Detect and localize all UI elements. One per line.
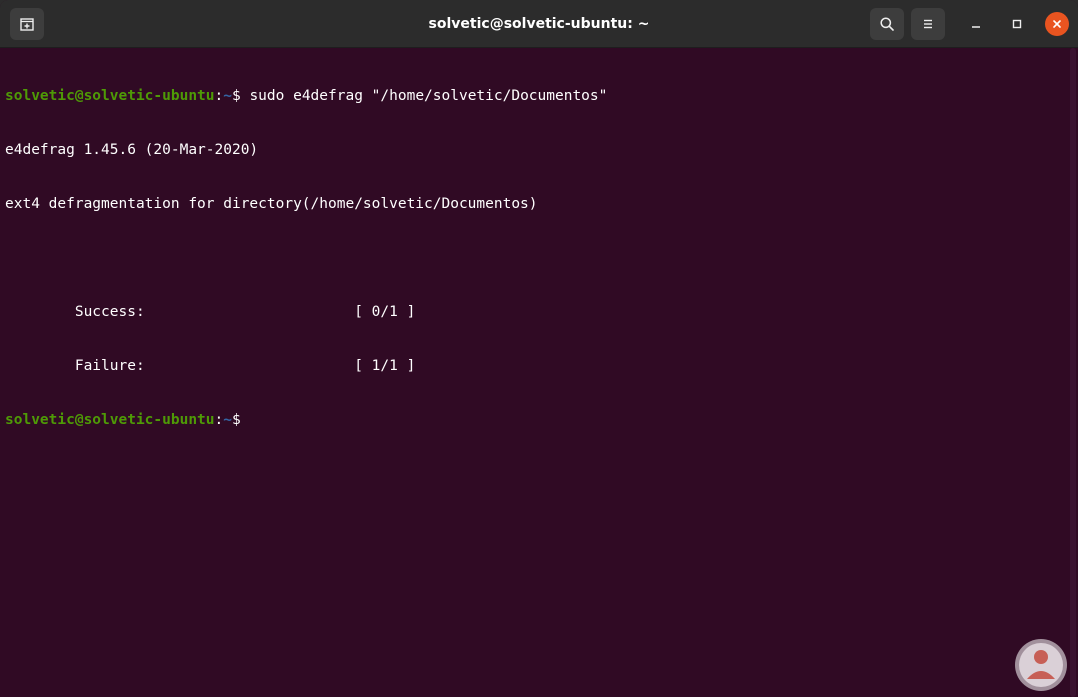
solvetic-logo-icon — [1015, 639, 1067, 691]
output-line-version: e4defrag 1.45.6 (20-Mar-2020) — [5, 142, 259, 158]
prompt-symbol: $ — [231, 88, 250, 104]
search-icon — [880, 17, 894, 31]
hamburger-menu-icon — [924, 19, 932, 29]
prompt-colon: : — [214, 88, 224, 104]
title-bar: solvetic@solvetic-ubuntu: ~ — [0, 0, 1078, 48]
terminal-window: solvetic@solvetic-ubuntu: ~ solvetic@sol… — [0, 0, 1078, 697]
terminal-output[interactable]: solvetic@solvetic-ubuntu:~$ sudo e4defra… — [0, 48, 1068, 697]
maximize-button[interactable] — [1005, 12, 1029, 36]
close-icon — [1053, 20, 1061, 28]
prompt-path: ~ — [223, 412, 232, 428]
command-line: solvetic@solvetic-ubuntu:~$ sudo e4defra… — [5, 87, 1068, 105]
search-button[interactable] — [870, 8, 904, 40]
minimize-button[interactable] — [964, 12, 988, 36]
close-button[interactable] — [1045, 12, 1069, 36]
prompt-symbol: $ — [231, 412, 250, 428]
terminal-scrollbar[interactable] — [1068, 48, 1078, 697]
command-text: sudo e4defrag "/home/solvetic/Documentos… — [249, 88, 608, 104]
output-line-directory: ext4 defragmentation for directory(/home… — [5, 196, 538, 212]
output-line-success: Success: [ 0/1 ] — [5, 304, 416, 320]
menu-button[interactable] — [911, 8, 945, 40]
prompt-user: solvetic@solvetic-ubuntu — [5, 412, 215, 428]
solvetic-watermark — [1013, 637, 1069, 693]
maximize-icon — [1012, 19, 1022, 29]
output-line-blank — [5, 249, 1068, 267]
output-line-failure: Failure: [ 1/1 ] — [5, 358, 416, 374]
prompt-path: ~ — [223, 88, 232, 104]
current-prompt-line: solvetic@solvetic-ubuntu:~$ — [5, 411, 1068, 429]
minimize-icon — [972, 26, 980, 28]
prompt-user: solvetic@solvetic-ubuntu — [5, 88, 215, 104]
scrollbar-thumb[interactable] — [1070, 48, 1076, 697]
prompt-colon: : — [214, 412, 224, 428]
